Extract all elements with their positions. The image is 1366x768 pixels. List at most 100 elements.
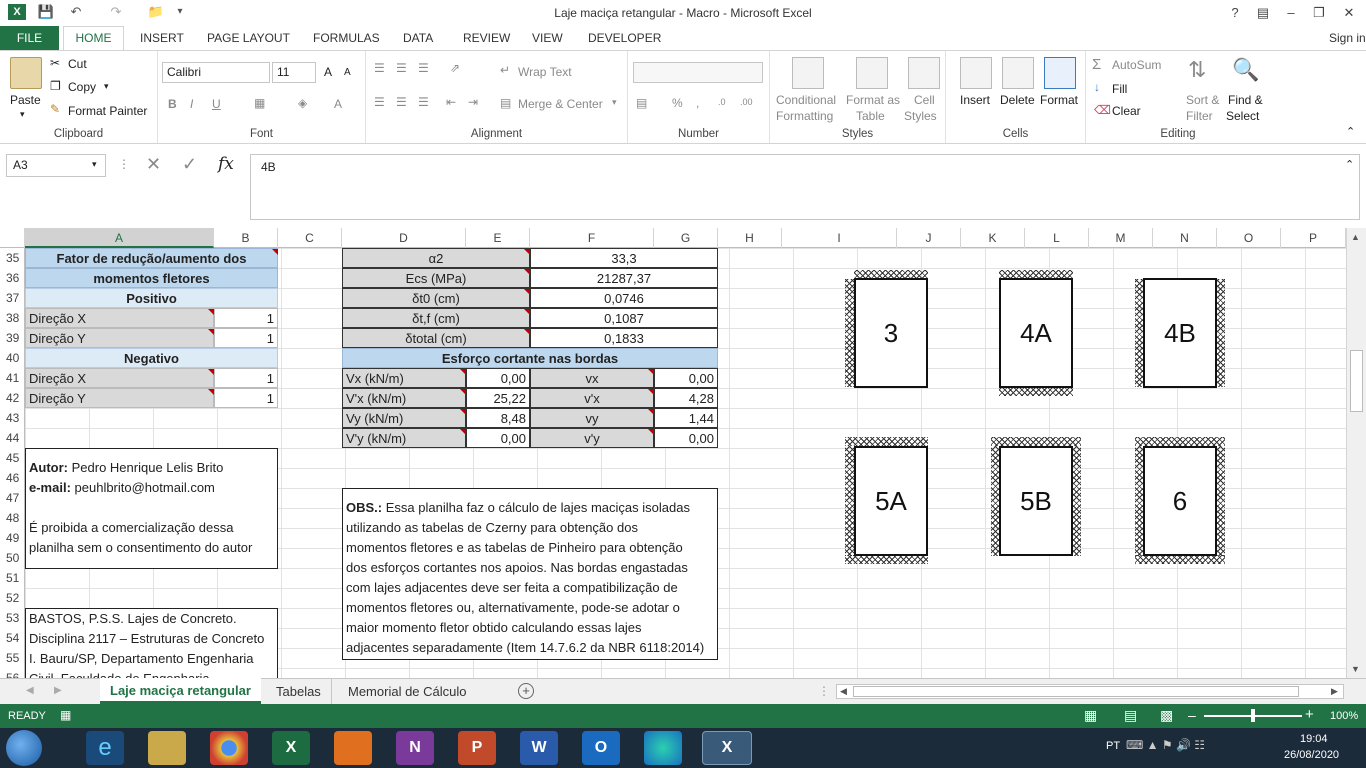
sort-filter-icon[interactable]: ⇅ [1188, 57, 1206, 83]
neg-diry-label[interactable]: Direção Y [25, 388, 214, 408]
col-header-p[interactable]: P [1281, 228, 1346, 248]
slab-6-diagram[interactable]: 6 [1143, 446, 1217, 556]
col-header-b[interactable]: B [214, 228, 278, 248]
tab-formulas[interactable]: FORMULAS [313, 30, 380, 48]
clear-button[interactable]: Clear [1112, 104, 1141, 118]
name-box[interactable]: A3 [6, 154, 106, 177]
excel-taskbar-icon[interactable]: X [272, 731, 310, 765]
copy-icon[interactable]: ❐ [50, 79, 61, 93]
slab-3-diagram[interactable]: 3 [854, 278, 928, 388]
row-header[interactable]: 48 [0, 508, 25, 528]
dtf-value[interactable]: 0,1087 [530, 308, 718, 328]
font-size-box[interactable]: 11 [272, 62, 316, 83]
pos-dirx-value[interactable]: 1 [214, 308, 278, 328]
alpha2-label[interactable]: α2 [342, 248, 530, 268]
row-header[interactable]: 42 [0, 388, 25, 408]
ecs-label[interactable]: Ecs (MPa) [342, 268, 530, 288]
row-header[interactable]: 38 [0, 308, 25, 328]
minimize-icon[interactable]: – [1278, 2, 1304, 24]
row-header[interactable]: 39 [0, 328, 25, 348]
sort-filter-label2[interactable]: Filter [1186, 109, 1213, 123]
clock-date[interactable]: 26/08/2020 [1284, 749, 1339, 761]
scroll-up-icon[interactable]: ▲ [1351, 232, 1360, 242]
sheet-tab-memorial[interactable]: Memorial de Cálculo [338, 679, 477, 704]
shrink-font-icon[interactable]: A [344, 67, 351, 78]
col-header-e[interactable]: E [466, 228, 530, 248]
col-header-i[interactable]: I [782, 228, 897, 248]
decrease-decimal-icon[interactable]: .00 [740, 97, 753, 107]
row-header[interactable]: 35 [0, 248, 25, 268]
vx-small-value[interactable]: 0,00 [654, 368, 718, 388]
vpy-label[interactable]: V'y (kN/m) [342, 428, 466, 448]
find-select-button[interactable]: Find & [1228, 93, 1263, 107]
fill-color-icon[interactable]: ◈ [298, 96, 307, 110]
chrome-icon[interactable] [210, 731, 248, 765]
font-name-box[interactable]: Calibri [162, 62, 270, 83]
row-header[interactable]: 54 [0, 628, 25, 648]
col-header-f[interactable]: F [530, 228, 654, 248]
format-as-table-label2[interactable]: Table [856, 109, 885, 123]
row-header[interactable]: 36 [0, 268, 25, 288]
comma-icon[interactable]: , [696, 96, 699, 110]
positivo-header[interactable]: Positivo [25, 288, 278, 308]
vy-label[interactable]: Vy (kN/m) [342, 408, 466, 428]
zoom-in-icon[interactable]: + [1305, 706, 1314, 723]
format-cells-button[interactable]: Format [1040, 93, 1078, 107]
col-header-c[interactable]: C [278, 228, 342, 248]
wrap-text-button[interactable]: Wrap Text [518, 65, 572, 79]
cell-styles-label2[interactable]: Styles [904, 109, 937, 123]
paste-button[interactable]: Paste [10, 93, 41, 107]
percent-icon[interactable]: % [672, 96, 683, 110]
cell-styles-icon[interactable] [908, 57, 940, 89]
scroll-left-icon[interactable]: ◀ [840, 686, 847, 697]
dtotal-label[interactable]: δtotal (cm) [342, 328, 530, 348]
sign-in-link[interactable]: Sign in [1329, 30, 1366, 48]
dt0-value[interactable]: 0,0746 [530, 288, 718, 308]
col-header-h[interactable]: H [718, 228, 782, 248]
tray-icons[interactable]: ⌨ ▲ ⚑ 🔊 ☷ [1126, 738, 1205, 752]
align-left-icon[interactable]: ☰ [374, 95, 385, 109]
copy-button[interactable]: Copy [68, 80, 96, 94]
italic-icon[interactable]: I [190, 97, 193, 111]
slab-4b-diagram[interactable]: 4B [1143, 278, 1217, 388]
number-format-box[interactable] [633, 62, 763, 83]
sheet-tab-tabelas[interactable]: Tabelas [266, 679, 332, 704]
col-header-l[interactable]: L [1025, 228, 1089, 248]
language-indicator[interactable]: PT [1106, 740, 1120, 752]
restore-icon[interactable]: ❐ [1306, 2, 1332, 24]
conditional-formatting-label2[interactable]: Formatting [776, 109, 833, 123]
page-layout-view-icon[interactable]: ▤ [1124, 707, 1137, 724]
pos-dirx-label[interactable]: Direção X [25, 308, 214, 328]
start-button-icon[interactable] [6, 730, 42, 766]
increase-decimal-icon[interactable]: .0 [718, 97, 726, 107]
vx-label[interactable]: Vx (kN/m) [342, 368, 466, 388]
clear-icon[interactable]: ⌫ [1094, 103, 1111, 117]
formula-input[interactable]: 4B [250, 154, 1360, 220]
increase-indent-icon[interactable]: ⇥ [468, 95, 478, 109]
row-header[interactable]: 53 [0, 608, 25, 628]
find-select-label2[interactable]: Select [1226, 109, 1259, 123]
borders-icon[interactable]: ▦ [254, 96, 265, 110]
scroll-right-icon[interactable]: ▶ [1331, 686, 1338, 697]
vpx-small-label[interactable]: v'x [530, 388, 654, 408]
macro-record-icon[interactable]: ▦ [60, 708, 71, 722]
dtf-label[interactable]: δt,f (cm) [342, 308, 530, 328]
slab-4a-diagram[interactable]: 4A [999, 278, 1073, 388]
conditional-formatting-icon[interactable] [792, 57, 824, 89]
row-header[interactable]: 46 [0, 468, 25, 488]
middle-align-icon[interactable]: ☰ [396, 61, 407, 75]
vx-value[interactable]: 0,00 [466, 368, 530, 388]
fill-icon[interactable]: ↓ [1094, 80, 1100, 94]
cut-button[interactable]: Cut [68, 57, 87, 71]
dtotal-value[interactable]: 0,1833 [530, 328, 718, 348]
align-center-icon[interactable]: ☰ [396, 95, 407, 109]
neg-diry-value[interactable]: 1 [214, 388, 278, 408]
onenote-icon[interactable]: N [396, 731, 434, 765]
conditional-formatting-button[interactable]: Conditional [776, 93, 836, 107]
insert-function-icon[interactable]: fx [218, 154, 234, 174]
tab-developer[interactable]: DEVELOPER [588, 30, 661, 48]
row-header[interactable]: 37 [0, 288, 25, 308]
ribbon-display-icon[interactable]: ▤ [1250, 2, 1276, 24]
pos-diry-value[interactable]: 1 [214, 328, 278, 348]
row-header[interactable]: 45 [0, 448, 25, 468]
